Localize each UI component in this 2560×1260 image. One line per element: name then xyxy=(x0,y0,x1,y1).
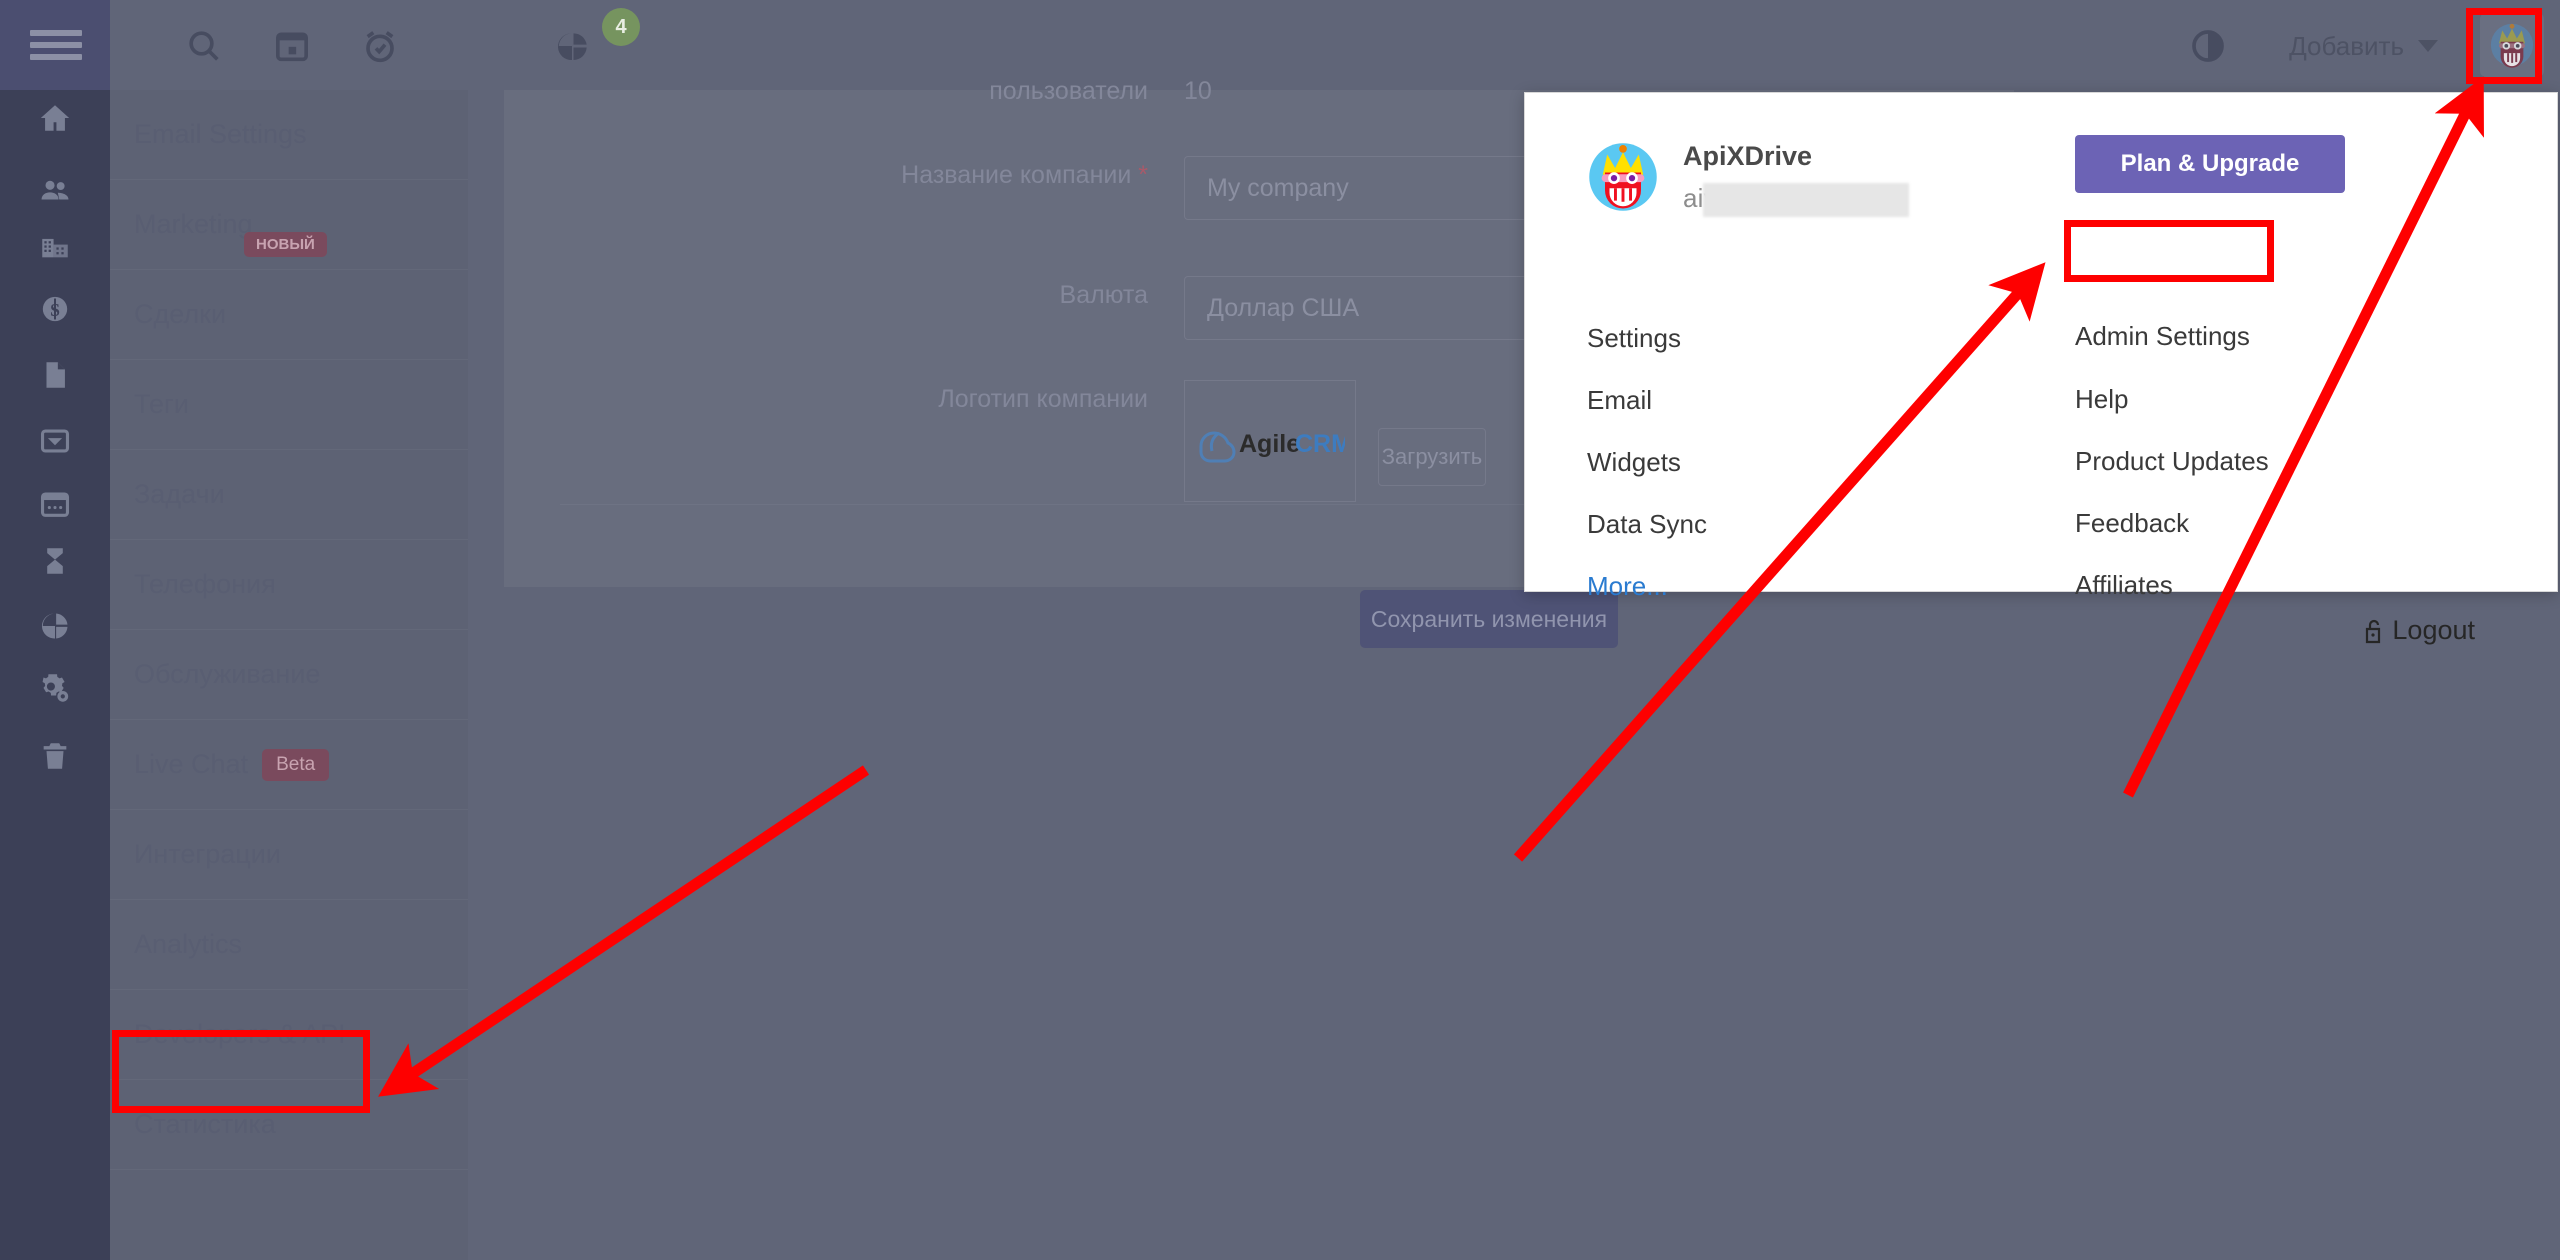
pie-chart-icon[interactable] xyxy=(550,24,594,68)
home-icon[interactable] xyxy=(0,95,110,141)
nav-sidebar: Email Settings Marketing НОВЫЙ Сделки Те… xyxy=(110,90,468,1260)
notification-badge: 4 xyxy=(602,8,640,46)
currency-select-value: Доллар США xyxy=(1207,293,1360,322)
sidebar-item-label: Сделки xyxy=(134,299,227,329)
sidebar-item-label: Email Settings xyxy=(134,119,307,149)
chevron-down-icon xyxy=(2418,40,2438,52)
sidebar-item-label: Marketing xyxy=(134,209,253,239)
sidebar-item-email-settings[interactable]: Email Settings xyxy=(110,90,468,180)
menu-item-data-sync[interactable]: Data Sync xyxy=(1587,509,1707,540)
sidebar-item-integrations[interactable]: Интеграции xyxy=(110,810,468,900)
account-dropdown: ApiXDrive aive.com Plan & Upgrade Settin… xyxy=(1524,92,2558,645)
menu-item-admin-settings[interactable]: Admin Settings xyxy=(2075,321,2269,352)
account-email-prefix: a xyxy=(1683,183,1698,213)
sidebar-item-developers-api[interactable]: Developers & API xyxy=(110,990,468,1080)
company-logo-label: Логотип компании xyxy=(938,385,1148,413)
sidebar-item-deals[interactable]: Сделки xyxy=(110,270,468,360)
status-badge: НОВЫЙ xyxy=(244,232,327,257)
menu-item-product-updates[interactable]: Product Updates xyxy=(2075,446,2269,477)
sidebar-item-label: Задачи xyxy=(134,479,225,509)
sidebar-item-telephony[interactable]: Телефония xyxy=(110,540,468,630)
rail-top-block xyxy=(0,0,110,90)
inbox-icon[interactable] xyxy=(0,418,110,464)
save-button[interactable]: Сохранить изменения xyxy=(1360,590,1618,648)
dropdown-right-column: Admin Settings Help Product Updates Feed… xyxy=(2075,321,2269,632)
sidebar-item-tasks[interactable]: Задачи xyxy=(110,450,468,540)
sidebar-item-service[interactable]: Обслуживание xyxy=(110,630,468,720)
hamburger-icon[interactable] xyxy=(30,30,82,60)
sidebar-item-label: Телефония xyxy=(134,569,276,599)
menu-item-affiliates[interactable]: Affiliates xyxy=(2075,570,2269,601)
theme-toggle-icon[interactable] xyxy=(2186,24,2230,68)
plan-upgrade-button[interactable]: Plan & Upgrade xyxy=(2075,135,2345,193)
pie-chart-icon[interactable] xyxy=(0,603,110,649)
calendar-icon[interactable] xyxy=(0,481,110,527)
users-value: 10 xyxy=(1184,77,1212,105)
account-name: ApiXDrive xyxy=(1683,141,1813,171)
sidebar-item-label: Теги xyxy=(134,389,189,419)
email-redaction-mask xyxy=(1703,183,1909,217)
sidebar-item-label: Обслуживание xyxy=(134,659,321,689)
dropdown-left-column: Settings Email Widgets Data Sync More... xyxy=(1587,323,1707,633)
sidebar-item-live-chat[interactable]: Live Chat Beta xyxy=(110,720,468,810)
sidebar-item-label: Интеграции xyxy=(134,839,281,869)
search-icon[interactable] xyxy=(182,24,226,68)
deals-icon[interactable]: S xyxy=(0,286,110,332)
avatar xyxy=(1587,141,1659,213)
sidebar-item-label: Analytics xyxy=(134,929,243,959)
contacts-icon[interactable] xyxy=(0,168,110,214)
company-icon[interactable] xyxy=(0,223,110,269)
calendar-icon[interactable] xyxy=(270,24,314,68)
sidebar-item-analytics[interactable]: Analytics xyxy=(110,900,468,990)
sidebar-item-label: Статистика xyxy=(134,1109,276,1139)
add-button-label: Добавить xyxy=(2289,30,2404,61)
company-name-label: Название компании * xyxy=(901,161,1148,189)
menu-item-help[interactable]: Help xyxy=(2075,384,2269,415)
currency-label: Валюта xyxy=(1059,281,1148,309)
sidebar-item-marketing[interactable]: Marketing НОВЫЙ xyxy=(110,180,468,270)
add-button[interactable]: Добавить xyxy=(2289,24,2438,68)
sidebar-item-label: Developers & API xyxy=(134,1019,346,1049)
svg-text:Agile: Agile xyxy=(1239,430,1300,458)
hourglass-icon[interactable] xyxy=(0,538,110,584)
sidebar-item-label: Live Chat xyxy=(134,749,249,779)
sidebar-item-statistics[interactable]: Статистика xyxy=(110,1080,468,1170)
screen-root: S xyxy=(0,0,2560,1260)
menu-item-more[interactable]: More... xyxy=(1587,571,1707,602)
required-marker: * xyxy=(1131,161,1148,189)
menu-item-settings[interactable]: Settings xyxy=(1587,323,1707,354)
logout-button[interactable]: Logout xyxy=(2362,615,2475,646)
menu-item-widgets[interactable]: Widgets xyxy=(1587,447,1707,478)
alarm-icon[interactable] xyxy=(358,24,402,68)
logout-label: Logout xyxy=(2392,615,2475,645)
status-badge: Beta xyxy=(262,748,330,781)
avatar[interactable] xyxy=(2480,13,2544,77)
svg-text:CRM: CRM xyxy=(1295,430,1345,458)
gears-icon[interactable] xyxy=(0,666,110,712)
upload-button[interactable]: Загрузить xyxy=(1378,428,1486,486)
account-email: aive.com xyxy=(1683,183,1909,219)
menu-item-feedback[interactable]: Feedback xyxy=(2075,508,2269,539)
sidebar-item-tags[interactable]: Теги xyxy=(110,360,468,450)
unlock-icon xyxy=(2366,619,2381,643)
users-label: пользователи xyxy=(989,77,1148,105)
menu-item-email[interactable]: Email xyxy=(1587,385,1707,416)
trash-icon[interactable] xyxy=(0,733,110,779)
icon-rail: S xyxy=(0,90,110,1260)
document-icon[interactable] xyxy=(0,352,110,398)
company-logo-preview: Agile CRM xyxy=(1184,380,1356,502)
